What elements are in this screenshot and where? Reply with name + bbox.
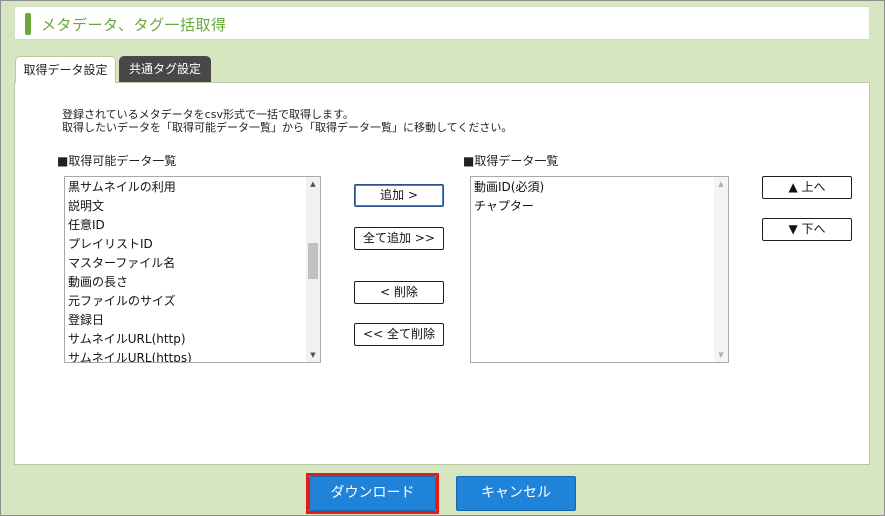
available-list-scrollbar[interactable]: ▲ ▼ xyxy=(306,177,320,362)
selected-data-listbox[interactable]: 動画ID(必須) チャプター ▲ ▼ xyxy=(470,176,729,363)
add-button[interactable]: 追加 > xyxy=(354,184,444,207)
available-data-listbox[interactable]: 黒サムネイルの利用 説明文 任意ID プレイリストID マスターファイル名 動画の長さ 元フ… xyxy=(64,176,321,363)
remove-button[interactable]: < 削除 xyxy=(354,281,444,304)
description-line-2: 取得したいデータを「取得可能データ一覧」から「取得データ一覧」に移動してください… xyxy=(62,121,513,134)
dialog-title: メタデータ、タグ一括取得 xyxy=(41,16,227,34)
list-item[interactable]: サムネイルURL(https) xyxy=(67,349,192,362)
selected-items: 動画ID(必須) チャプター xyxy=(473,178,544,216)
dialog-title-bar: メタデータ、タグ一括取得 xyxy=(14,6,870,40)
tab-data-settings[interactable]: 取得データ設定 xyxy=(15,56,116,83)
list-item[interactable]: プレイリストID xyxy=(67,235,192,254)
list-item[interactable]: サムネイルURL(http) xyxy=(67,330,192,349)
list-item[interactable]: 登録日 xyxy=(67,311,192,330)
available-items: 黒サムネイルの利用 説明文 任意ID プレイリストID マスターファイル名 動画の長さ 元フ… xyxy=(67,178,192,362)
scroll-down-icon[interactable]: ▼ xyxy=(306,348,320,362)
download-button[interactable]: ダウンロード xyxy=(309,476,436,511)
description-text: 登録されているメタデータをcsv形式で一括で取得します。 取得したいデータを「取… xyxy=(62,108,512,134)
scroll-down-icon[interactable]: ▼ xyxy=(714,348,728,362)
description-line-1: 登録されているメタデータをcsv形式で一括で取得します。 xyxy=(62,108,354,121)
cancel-button[interactable]: キャンセル xyxy=(456,476,576,511)
list-item[interactable]: 黒サムネイルの利用 xyxy=(67,178,192,197)
add-all-button[interactable]: 全て追加 >> xyxy=(354,227,444,250)
list-item[interactable]: 説明文 xyxy=(67,197,192,216)
available-list-heading: ■取得可能データ一覧 xyxy=(57,154,177,168)
scroll-up-icon[interactable]: ▲ xyxy=(306,177,320,191)
move-up-button[interactable]: ▲ 上へ xyxy=(762,176,852,199)
list-item[interactable]: 動画の長さ xyxy=(67,273,192,292)
scroll-up-icon[interactable]: ▲ xyxy=(714,177,728,191)
tab-common-tag-settings[interactable]: 共通タグ設定 xyxy=(119,56,211,82)
list-item[interactable]: 動画ID(必須) xyxy=(473,178,544,197)
move-down-button[interactable]: ▼ 下へ xyxy=(762,218,852,241)
selected-list-scrollbar[interactable]: ▲ ▼ xyxy=(714,177,728,362)
list-item[interactable]: チャプター xyxy=(473,197,544,216)
selected-list-heading: ■取得データ一覧 xyxy=(463,154,559,168)
scroll-thumb[interactable] xyxy=(308,242,318,279)
list-item[interactable]: マスターファイル名 xyxy=(67,254,192,273)
list-item[interactable]: 元ファイルのサイズ xyxy=(67,292,192,311)
remove-all-button[interactable]: << 全て削除 xyxy=(354,323,444,346)
title-accent-bar xyxy=(25,13,31,35)
list-item[interactable]: 任意ID xyxy=(67,216,192,235)
